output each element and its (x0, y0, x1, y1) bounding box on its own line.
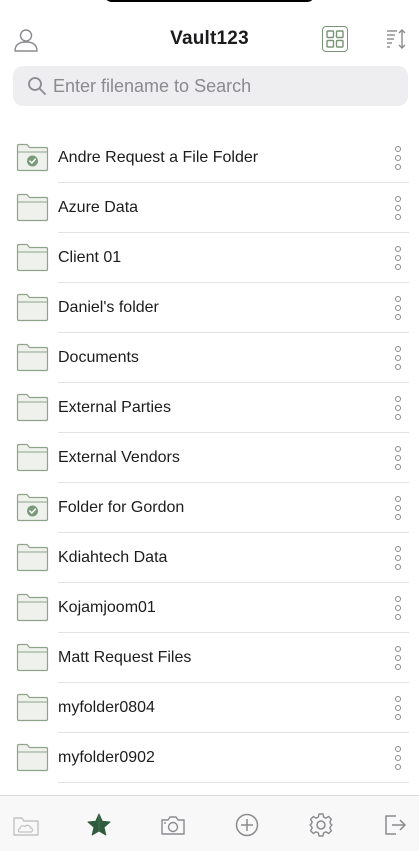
folder-icon (16, 593, 49, 622)
folder-icon (16, 243, 49, 272)
shared-folder-icon (16, 143, 49, 172)
divider (58, 782, 409, 783)
search-input[interactable] (51, 74, 395, 98)
folder-name: Azure Data (58, 199, 139, 216)
folder-name: External Vendors (58, 449, 180, 466)
tab-bar (0, 795, 419, 851)
folder-list: Andre Request a File Folder Azure Data Cli… (0, 133, 419, 783)
folder-name: Documents (58, 349, 139, 366)
search-icon (13, 66, 47, 106)
header: Vault123 (0, 0, 419, 66)
more-options-icon[interactable] (388, 243, 408, 273)
folder-row[interactable]: Kdiahtech Data (0, 533, 419, 583)
folder-row[interactable]: Matt Request Files (0, 633, 419, 683)
more-options-icon[interactable] (388, 443, 408, 473)
folder-row[interactable]: Daniel's folder (0, 283, 419, 333)
folder-icon (16, 193, 49, 222)
folder-row[interactable]: Kojamjoom01 (0, 583, 419, 633)
logout-icon[interactable] (380, 810, 410, 840)
more-options-icon[interactable] (388, 393, 408, 423)
camera-icon[interactable] (158, 810, 188, 840)
folder-name: External Parties (58, 399, 171, 416)
more-options-icon[interactable] (388, 493, 408, 523)
folder-icon (16, 393, 49, 422)
more-options-icon[interactable] (388, 143, 408, 173)
folder-row[interactable]: Andre Request a File Folder (0, 133, 419, 183)
shared-folder-icon (16, 493, 49, 522)
search-bar[interactable] (13, 66, 408, 106)
folder-icon (16, 693, 49, 722)
star-icon[interactable] (84, 810, 114, 840)
folder-name: Kdiahtech Data (58, 549, 168, 566)
folder-row[interactable]: myfolder0902 (0, 733, 419, 783)
folder-name: Folder for Gordon (58, 499, 185, 516)
more-options-icon[interactable] (388, 543, 408, 573)
folder-row[interactable]: Documents (0, 333, 419, 383)
folder-name: Client 01 (58, 249, 122, 266)
folder-icon (16, 543, 49, 572)
more-options-icon[interactable] (388, 193, 408, 223)
folder-icon (16, 293, 49, 322)
settings-gear-icon[interactable] (306, 810, 336, 840)
cloud-folder-icon[interactable] (11, 810, 41, 840)
folder-name: myfolder0804 (58, 699, 155, 716)
more-options-icon[interactable] (388, 293, 408, 323)
grid-view-icon[interactable] (322, 26, 348, 52)
folder-row[interactable]: Folder for Gordon (0, 483, 419, 533)
folder-name: Daniel's folder (58, 299, 159, 316)
page-title: Vault123 (170, 28, 249, 49)
folder-icon (16, 643, 49, 672)
folder-name: myfolder0902 (58, 749, 155, 766)
more-options-icon[interactable] (388, 343, 408, 373)
folder-icon (16, 743, 49, 772)
folder-name: Kojamjoom01 (58, 599, 156, 616)
sort-icon[interactable] (382, 25, 410, 53)
more-options-icon[interactable] (388, 643, 408, 673)
add-circle-icon[interactable] (232, 810, 262, 840)
more-options-icon[interactable] (388, 743, 408, 773)
folder-icon (16, 443, 49, 472)
folder-row[interactable]: External Parties (0, 383, 419, 433)
more-options-icon[interactable] (388, 693, 408, 723)
folder-name: Andre Request a File Folder (58, 149, 259, 166)
folder-row[interactable]: Client 01 (0, 233, 419, 283)
folder-row[interactable]: myfolder0804 (0, 683, 419, 733)
more-options-icon[interactable] (388, 593, 408, 623)
folder-name: Matt Request Files (58, 649, 192, 666)
folder-row[interactable]: Azure Data (0, 183, 419, 233)
folder-row[interactable]: External Vendors (0, 433, 419, 483)
folder-icon (16, 343, 49, 372)
